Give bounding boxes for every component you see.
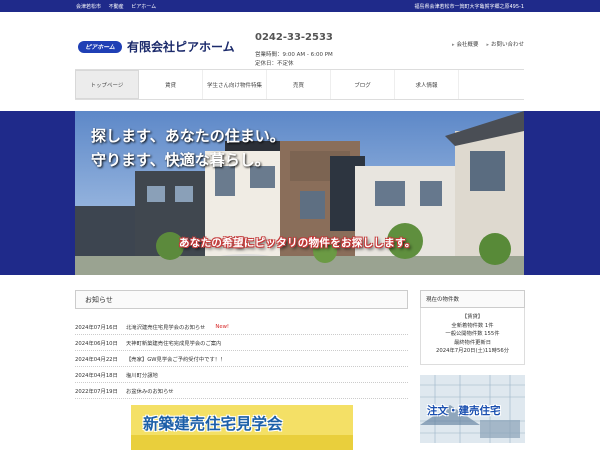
news-item[interactable]: 2024年07月16日 北滝沢建売住宅見学会のお知らせ New! [75,320,408,335]
contact-info: 0242-33-2533 営業時間：9:00 AM - 6:00 PM 定休日：… [255,32,333,69]
site-logo[interactable]: ピアホーム 有限会社ピアホーム [78,38,235,55]
property-count-widget: 現在の物件数 【賃貸】 全新着物件数 1件 一般公開物件数 155件 最終物件更… [420,290,525,365]
news-title: お知らせ [75,290,408,309]
business-hours: 営業時間：9:00 AM - 6:00 PM 定休日：不定休 [255,51,333,69]
public-count: 一般公開物件数 155件 [445,331,500,337]
top-keyword: 不動産 [108,3,124,10]
updated-date: 2024年7月20日(土)11時56分 [436,348,509,354]
news-date: 2022年07月19日 [75,389,118,395]
nav-item-student[interactable]: 学生さん向け物件特集 [203,70,267,99]
nav-item-sale[interactable]: 売買 [267,70,331,99]
news-section: お知らせ 2024年07月16日 北滝沢建売住宅見学会のお知らせ New! 20… [75,290,408,399]
hero-slogan: あなたの希望にピッタリの物件をお探しします。 [179,237,416,249]
hours-text: 営業時間：9:00 AM - 6:00 PM [255,52,333,58]
open-house-text: 新築建売住宅見学会 [143,415,283,433]
site-header: ピアホーム 有限会社ピアホーム 0242-33-2533 営業時間：9:00 A… [0,12,600,67]
main-nav: トップページ 賃貸 学生さん向け物件特集 売買 ブログ 求人情報 [75,69,524,100]
news-text[interactable]: 【売家】GW見学会ご予約受付中です！！ [126,355,225,363]
updated-label: 最終物件更新日 [453,339,492,346]
top-keyword: 会津若松市 [76,3,102,10]
news-text[interactable]: お盆休みのお知らせ [126,387,174,395]
custom-home-text: 注文・建売住宅 [427,405,501,417]
hero-image: 探します、あなたの住まい。 守ります、快適な暮らし。 あなたの希望にピッタリの物… [75,111,524,275]
news-item[interactable]: 2024年04月22日 【売家】GW見学会ご予約受付中です！！ [75,352,408,367]
category-label: 【賃貸】 [461,314,484,320]
open-house-banner[interactable]: 新築建売住宅見学会 [131,405,353,450]
hero-banner: 探します、あなたの住まい。 守ります、快適な暮らし。 あなたの希望にピッタリの物… [0,111,600,275]
new-count: 全新着物件数 1件 [451,322,494,329]
news-date: 2024年04月18日 [75,373,118,379]
widget-title: 現在の物件数 [420,290,525,308]
news-list: 2024年07月16日 北滝沢建売住宅見学会のお知らせ New! 2024年06… [75,320,408,399]
contact-link[interactable]: お問い合わせ [487,40,524,48]
holiday-text: 定休日：不定休 [255,61,294,67]
phone-number[interactable]: 0242-33-2533 [255,32,333,43]
news-text[interactable]: 北滝沢建売住宅見学会のお知らせ [126,323,205,331]
header-links: 会社概要 お問い合わせ [452,40,525,48]
logo-badge: ピアホーム [78,40,122,53]
news-item[interactable]: 2024年06月10日 天神町新築建売住宅完成見学会のご案内 [75,336,408,351]
nav-item-top[interactable]: トップページ [75,70,139,99]
top-keyword: ピアホーム [131,3,157,10]
news-date: 2024年04月22日 [75,357,118,363]
property-count-box: 【賃貸】 全新着物件数 1件 一般公開物件数 155件 最終物件更新日 2024… [420,308,525,365]
top-address: 福島県会津若松市一箕町大字亀賀字郷之原495-1 [414,3,524,10]
hero-headline-1: 探します、あなたの住まい。 [91,127,285,145]
company-name: 有限会社ピアホーム [127,40,235,54]
top-info-bar: 会津若松市 不動産 ピアホーム 福島県会津若松市一箕町大字亀賀字郷之原495-1 [0,0,600,12]
news-text[interactable]: 天神町新築建売住宅完成見学会のご案内 [126,339,221,347]
nav-item-blog[interactable]: ブログ [331,70,395,99]
custom-home-banner[interactable]: 注文・建売住宅 [420,375,525,443]
nav-item-rental[interactable]: 賃貸 [139,70,203,99]
news-text[interactable]: 塩川町分譲地 [126,371,158,379]
hero-headline-2: 守ります、快適な暮らし。 [91,151,270,169]
news-date: 2024年06月10日 [75,341,118,347]
news-item[interactable]: 2024年04月18日 塩川町分譲地 [75,368,408,383]
nav-item-recruit[interactable]: 求人情報 [395,70,459,99]
news-item[interactable]: 2022年07月19日 お盆休みのお知らせ [75,384,408,399]
news-date: 2024年07月16日 [75,325,118,331]
new-badge: New! [215,324,230,330]
top-keywords: 会津若松市 不動産 ピアホーム [76,3,162,10]
company-profile-link[interactable]: 会社概要 [452,40,479,48]
